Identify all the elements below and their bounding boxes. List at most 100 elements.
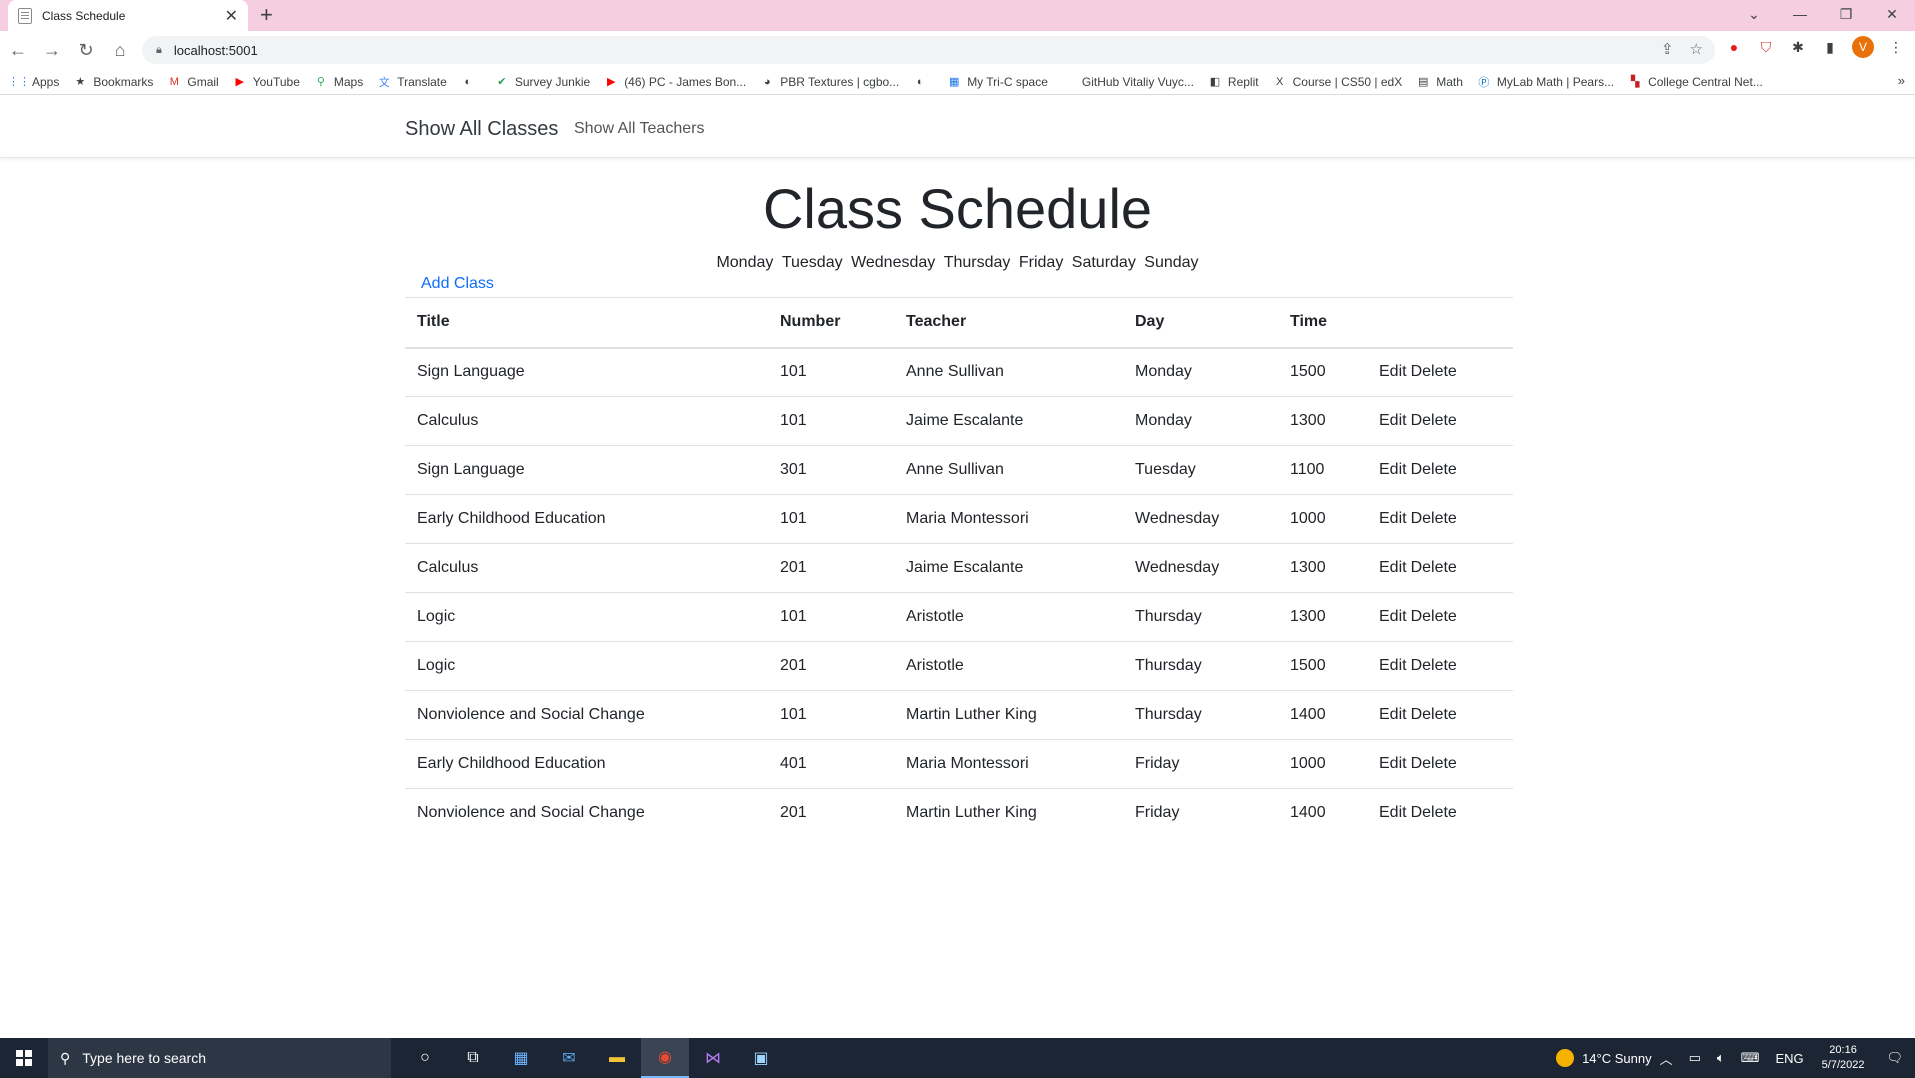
notifications-icon[interactable]: 🗨︎ xyxy=(1886,1050,1903,1066)
bookmark-item[interactable]: M Gmail xyxy=(167,75,219,89)
bookmark-item[interactable]: ▦ My Tri-C space xyxy=(947,75,1048,89)
close-tab-icon[interactable]: ✕ xyxy=(225,6,238,26)
opera-extension-icon[interactable]: ● xyxy=(1724,37,1744,57)
day-link-wednesday[interactable]: Wednesday xyxy=(851,254,935,271)
bookmark-item[interactable]: ◕ PBR Textures | cgbo... xyxy=(760,75,899,89)
day-link-thursday[interactable]: Thursday xyxy=(944,254,1011,271)
edit-link[interactable]: Edit xyxy=(1379,608,1407,625)
bookmark-label: College Central Net... xyxy=(1648,74,1763,89)
chrome-app-icon[interactable]: ◉ xyxy=(641,1038,689,1078)
url-text[interactable]: localhost:5001 xyxy=(174,43,258,58)
delete-link[interactable]: Delete xyxy=(1411,559,1457,576)
new-tab-icon[interactable]: + xyxy=(260,2,273,28)
apps-grid-icon: ⋮⋮ xyxy=(8,76,30,88)
home-icon[interactable]: ⌂ xyxy=(104,34,136,66)
side-panel-icon[interactable]: ▮ xyxy=(1820,37,1840,57)
bookmark-item[interactable]: ▤ Math xyxy=(1416,75,1463,89)
address-bar[interactable]: 🔒︎ localhost:5001 ⇪ ☆ xyxy=(142,36,1715,64)
task-view-icon[interactable]: ⧉ xyxy=(449,1038,497,1078)
day-link-friday[interactable]: Friday xyxy=(1019,254,1063,271)
restore-icon[interactable]: ❐ xyxy=(1823,0,1869,28)
bookmark-item[interactable]: ★ Bookmarks xyxy=(73,75,153,89)
profile-avatar[interactable]: V xyxy=(1852,36,1874,58)
edit-link[interactable]: Edit xyxy=(1379,755,1407,772)
extension-area: ● ⛉ ✱ ▮ V ⋮ xyxy=(1724,36,1906,58)
bookmark-item[interactable]: 文 Translate xyxy=(377,75,447,89)
cell-teacher: Jaime Escalante xyxy=(894,543,1123,593)
delete-link[interactable]: Delete xyxy=(1411,804,1457,821)
start-button[interactable] xyxy=(0,1038,48,1078)
clock[interactable]: 20:16 5/7/2022 xyxy=(1822,1043,1865,1073)
translate-icon: 文 xyxy=(378,76,390,89)
delete-link[interactable]: Delete xyxy=(1411,706,1457,723)
tab-search-icon[interactable]: ⌄ xyxy=(1731,0,1777,28)
cortana-icon[interactable]: ○ xyxy=(401,1038,449,1078)
delete-link[interactable]: Delete xyxy=(1411,608,1457,625)
edit-link[interactable]: Edit xyxy=(1379,706,1407,723)
day-link-monday[interactable]: Monday xyxy=(716,254,773,271)
delete-link[interactable]: Delete xyxy=(1411,657,1457,674)
edit-link[interactable]: Edit xyxy=(1379,461,1407,478)
reload-icon[interactable]: ↻ xyxy=(70,34,102,66)
edit-link[interactable]: Edit xyxy=(1379,412,1407,429)
day-link-saturday[interactable]: Saturday xyxy=(1072,254,1136,271)
language-indicator[interactable]: ENG xyxy=(1775,1051,1803,1066)
forward-icon[interactable]: → xyxy=(36,34,68,66)
visual-studio-icon[interactable]: ⋈ xyxy=(689,1038,737,1078)
day-link-sunday[interactable]: Sunday xyxy=(1144,254,1198,271)
cell-number: 401 xyxy=(768,739,894,789)
share-icon[interactable]: ⇪ xyxy=(1661,40,1674,58)
delete-link[interactable]: Delete xyxy=(1411,363,1457,380)
weather-sun-icon[interactable] xyxy=(1556,1049,1575,1067)
bookmark-item[interactable]: ▶ YouTube xyxy=(233,75,300,89)
bookmark-item[interactable]: X Course | CS50 | edX xyxy=(1273,75,1402,89)
shield-extension-icon[interactable]: ⛉ xyxy=(1756,37,1776,57)
app-window-icon[interactable]: ▣ xyxy=(737,1038,785,1078)
cell-actions: Edit Delete xyxy=(1367,641,1513,691)
delete-link[interactable]: Delete xyxy=(1411,461,1457,478)
bookmark-item[interactable]: ▚ College Central Net... xyxy=(1628,75,1763,89)
bookmark-item[interactable]: ◐ xyxy=(913,75,933,89)
cell-teacher: Aristotle xyxy=(894,641,1123,691)
volume-icon[interactable]: 🔈︎ xyxy=(1717,1050,1725,1066)
close-window-icon[interactable]: ✕ xyxy=(1869,0,1915,28)
bookmark-item[interactable]: ▶ (46) PC - James Bon... xyxy=(604,75,746,89)
delete-link[interactable]: Delete xyxy=(1411,755,1457,772)
show-all-classes-link[interactable]: Show All Classes xyxy=(405,118,558,141)
keyboard-icon[interactable]: ⌨ xyxy=(1741,1050,1760,1066)
bookmark-star-icon[interactable]: ☆ xyxy=(1690,40,1703,58)
edit-link[interactable]: Edit xyxy=(1379,559,1407,576)
browser-tab[interactable]: Class Schedule ✕ xyxy=(8,0,248,31)
weather-text[interactable]: 14°C Sunny xyxy=(1582,1051,1652,1066)
edit-link[interactable]: Edit xyxy=(1379,510,1407,527)
add-class-link[interactable]: Add Class xyxy=(421,275,494,293)
edit-link[interactable]: Edit xyxy=(1379,804,1407,821)
file-explorer-icon[interactable]: ▬ xyxy=(593,1038,641,1078)
menu-kebab-icon[interactable]: ⋮ xyxy=(1886,37,1906,57)
taskbar-search-box[interactable]: ⚲ Type here to search xyxy=(48,1038,391,1078)
show-all-teachers-link[interactable]: Show All Teachers xyxy=(574,120,704,138)
bookmark-item[interactable]: Ⓟ MyLab Math | Pears... xyxy=(1477,75,1614,89)
extensions-puzzle-icon[interactable]: ✱ xyxy=(1788,37,1808,57)
back-icon[interactable]: ← xyxy=(2,34,34,66)
bookmark-item[interactable]: ◐ xyxy=(461,75,481,89)
bookmark-item[interactable]: ✔ Survey Junkie xyxy=(495,75,590,89)
tray-chevron-icon[interactable]: ︿ xyxy=(1660,1049,1673,1068)
day-link-tuesday[interactable]: Tuesday xyxy=(782,254,843,271)
mail-app-icon[interactable]: ✉ xyxy=(545,1038,593,1078)
page-content: Show All Classes Show All Teachers Class… xyxy=(0,96,1915,1038)
bookmark-item[interactable]: GitHub Vitaliy Vuyc... xyxy=(1062,75,1194,89)
edit-link[interactable]: Edit xyxy=(1379,363,1407,380)
lock-icon[interactable]: 🔒︎ xyxy=(156,44,162,57)
bookmark-item[interactable]: ⚲ Maps xyxy=(314,75,363,89)
store-app-icon[interactable]: ▦ xyxy=(497,1038,545,1078)
edit-link[interactable]: Edit xyxy=(1379,657,1407,674)
minimize-icon[interactable]: — xyxy=(1777,0,1823,28)
bookmark-label: YouTube xyxy=(252,74,300,89)
more-bookmarks-icon[interactable]: » xyxy=(1898,73,1905,88)
battery-icon[interactable]: ▭ xyxy=(1689,1050,1701,1066)
delete-link[interactable]: Delete xyxy=(1411,510,1457,527)
bookmark-item[interactable]: ⋮⋮ Apps xyxy=(8,75,59,89)
delete-link[interactable]: Delete xyxy=(1411,412,1457,429)
bookmark-item[interactable]: ◧ Replit xyxy=(1208,75,1259,89)
